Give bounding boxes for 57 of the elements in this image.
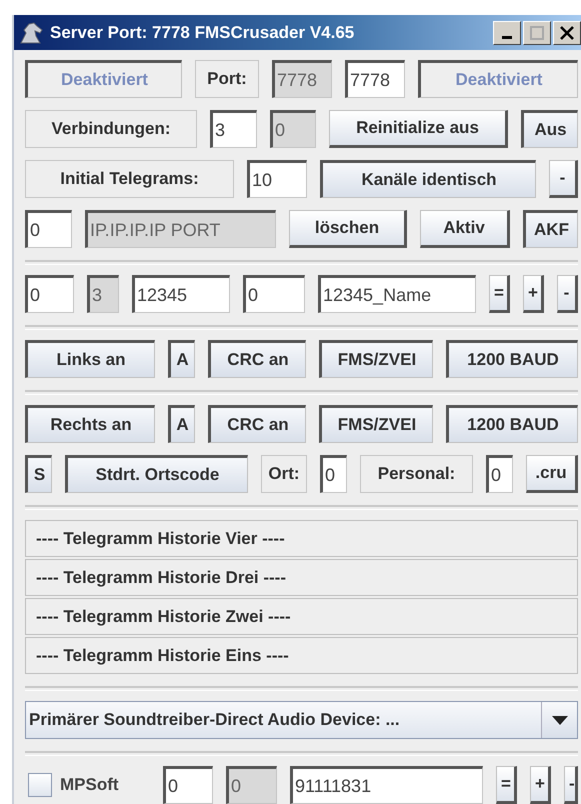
text-field[interactable]: 0 (25, 275, 74, 313)
dropdown[interactable]: Primärer Soundtreiber-Direct Audio Device: ... (25, 701, 578, 739)
window-title: Server Port: 7778 FMSCrusader V4.65 (50, 22, 356, 42)
text-field[interactable]: 7778 (345, 60, 405, 98)
toggle-button[interactable]: FMS/ZVEI (319, 405, 433, 443)
action-button[interactable]: - (549, 160, 578, 198)
text-field[interactable]: 3 (210, 110, 257, 148)
toggle-button[interactable]: FMS/ZVEI (319, 340, 433, 378)
toggle-button[interactable]: CRC an (208, 405, 306, 443)
toggle-button[interactable]: S (25, 455, 52, 493)
toggle-button[interactable]: Stdrt. Ortscode (65, 455, 248, 493)
close-icon (560, 26, 574, 40)
toggle-button[interactable]: Kanäle identisch (320, 160, 536, 198)
text-field[interactable]: 10 (247, 160, 307, 198)
field-label: Verbindungen: (25, 110, 197, 148)
action-button[interactable]: Aktiv (420, 210, 510, 248)
text-field[interactable]: 0 (25, 210, 72, 248)
toggle-button[interactable]: Aus (521, 110, 578, 148)
action-button[interactable]: + (530, 766, 551, 804)
text-field[interactable]: 0 (163, 766, 213, 804)
action-button[interactable]: löschen (289, 210, 407, 248)
toggle-button[interactable]: Rechts an (25, 405, 155, 443)
action-button[interactable]: + (523, 275, 544, 313)
caret-icon (552, 716, 568, 724)
field-label: Ort: (261, 455, 307, 493)
action-button[interactable]: - (564, 766, 578, 804)
toggle-button[interactable]: AKF (523, 210, 578, 248)
close-button[interactable] (553, 20, 581, 44)
toggle-button[interactable]: A (168, 340, 195, 378)
dropdown-button[interactable] (541, 702, 577, 738)
field-label: Port: (195, 60, 259, 98)
minimize-icon (502, 36, 512, 38)
dropdown-value: Primärer Soundtreiber-Direct Audio Device: ... (28, 709, 401, 731)
minimize-button[interactable] (493, 20, 521, 44)
toggle-button[interactable]: CRC an (208, 340, 306, 378)
action-button[interactable]: - (557, 275, 578, 313)
checkbox-label: MPSoft (60, 775, 119, 795)
action-button[interactable]: = (489, 275, 510, 313)
checkbox[interactable] (28, 773, 52, 797)
maximize-button[interactable] (523, 20, 551, 44)
action-button[interactable]: .cru (526, 455, 578, 493)
field-label: Initial Telegrams: (25, 160, 234, 198)
text-field[interactable]: 0 (486, 455, 513, 493)
maximize-icon (530, 26, 544, 40)
action-button[interactable]: = (496, 766, 517, 804)
toggle-button[interactable]: 1200 BAUD (446, 405, 578, 443)
text-field[interactable]: 91111831 (290, 766, 483, 804)
text-field[interactable]: 0 (243, 275, 305, 313)
toggle-button[interactable]: Links an (25, 340, 155, 378)
field-label: Personal: (360, 455, 473, 493)
toggle-button[interactable]: A (168, 405, 195, 443)
text-field[interactable]: 12345_Name (318, 275, 476, 313)
action-button[interactable]: Reinitialize aus (329, 110, 508, 148)
text-field[interactable]: 12345 (132, 275, 230, 313)
toggle-button[interactable]: 1200 BAUD (446, 340, 578, 378)
text-field[interactable]: 0 (320, 455, 347, 493)
horse-icon (18, 20, 44, 44)
